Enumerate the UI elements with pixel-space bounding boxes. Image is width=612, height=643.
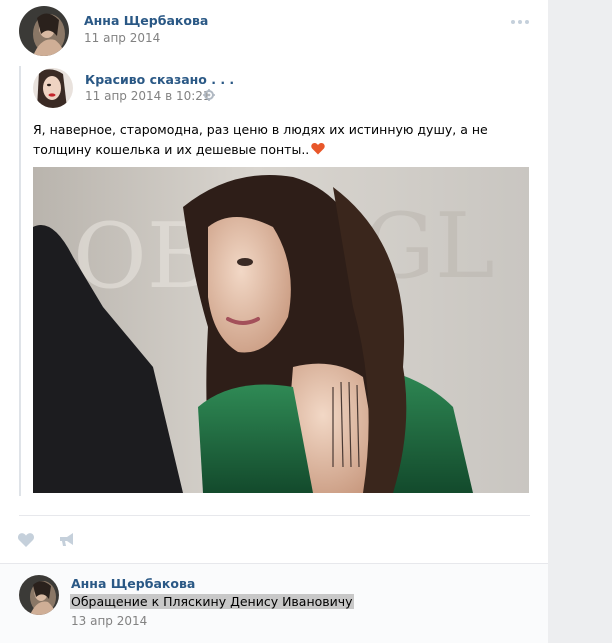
post-card: Анна Щербакова 11 апр 2014 Красиво сказа… [0,0,548,643]
comment-author-name[interactable]: Анна Щербакова [71,576,195,591]
three-dots-icon[interactable] [511,18,531,26]
page-background-right [548,0,612,643]
post-author-name[interactable]: Анна Щербакова [84,13,208,28]
author-avatar[interactable] [19,6,69,56]
repost-text-content: Я, наверное, старомодна, раз ценю в людя… [33,122,488,157]
post-date[interactable]: 11 апр 2014 [84,31,160,45]
orange-heart-icon [311,142,325,155]
post-photo[interactable]: OBE GL [33,167,529,493]
comment-author-avatar[interactable] [19,575,59,615]
comment-text: Обращение к Пляскину Денису Ивановичу [70,594,354,609]
gear-icon [203,89,215,101]
heart-icon[interactable] [17,532,35,548]
comment-date[interactable]: 13 апр 2014 [71,614,147,628]
repost-indicator-line [19,66,21,496]
repost-date[interactable]: 11 апр 2014 в 10:21 [85,89,211,103]
repost-source-avatar[interactable] [33,68,73,108]
actions-divider [19,515,530,516]
repost-text: Я, наверное, старомодна, раз ценю в людя… [33,120,533,160]
repost-source-name[interactable]: Красиво сказано . . . [85,72,234,87]
megaphone-icon[interactable] [58,531,76,547]
